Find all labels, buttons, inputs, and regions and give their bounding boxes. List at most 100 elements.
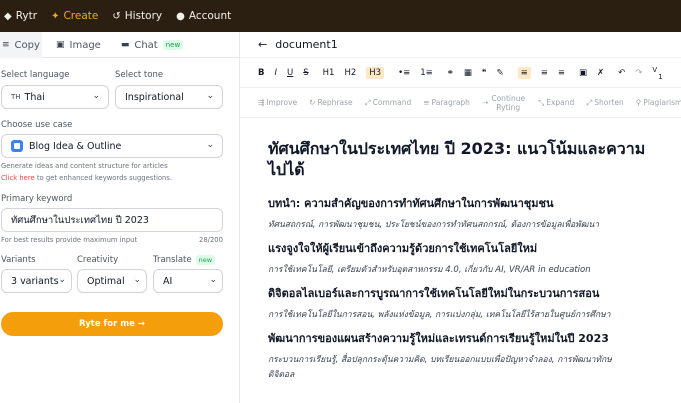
tab-image[interactable]: ▣ Image [50, 32, 107, 58]
shorten-button[interactable]: ⤢ Shorten [586, 98, 624, 108]
link-icon[interactable]: ⚭ [447, 68, 454, 78]
expand-label: Expand [546, 98, 575, 107]
command-icon: ⤢ [364, 97, 371, 107]
section-keywords: การใช้เทคโนโลยี, เตรียมตัวสำหรับอุตสาหกร… [268, 265, 591, 275]
command-button[interactable]: ⤢ Command [365, 98, 412, 108]
highlight-pen-icon[interactable]: ✎ [496, 68, 503, 78]
tone-select[interactable]: Inspirational ⌄ [115, 85, 223, 109]
chevron-down-icon: ⌄ [58, 275, 66, 285]
usecase-value: Blog Idea & Outline [29, 140, 122, 152]
ai-actions-bar: ⇶ Improve ↻ Rephrase ⤢ Command ≡ Paragra… [240, 88, 681, 118]
image-icon: ▣ [56, 40, 65, 50]
strikethrough-button[interactable]: S [303, 68, 308, 78]
clear-format-icon[interactable]: ✗ [597, 68, 604, 78]
numbered-list-icon[interactable]: 1≡ [420, 68, 433, 78]
chevron-down-icon: ⌄ [92, 91, 100, 101]
nav-item-history[interactable]: ↺ History [112, 0, 162, 32]
nav-item-create[interactable]: ✦ Create [51, 0, 98, 32]
back-arrow-icon[interactable]: ← [258, 38, 267, 51]
expand-icon: ⤡ [538, 97, 545, 107]
usecase-select[interactable]: Blog Idea & Outline ⌄ [1, 134, 223, 158]
embed-icon[interactable]: ▣ [579, 68, 587, 78]
document-heading-line2: ไปได้ [268, 160, 305, 179]
nav-label-rytr: Rytr [15, 10, 38, 22]
rephrase-label: Rephrase [317, 98, 353, 107]
chevron-down-icon: ⌄ [209, 275, 217, 285]
undo-icon[interactable]: ↶ [618, 68, 625, 78]
section-keywords: กระบวนการเรียนรู้, สื่อปลุกกระตุ้นความคิ… [268, 355, 612, 365]
version-number: 1 [658, 73, 663, 81]
rytr-logo-icon: ◆ [4, 10, 12, 22]
rephrase-button[interactable]: ↻ Rephrase [309, 98, 353, 107]
nav-item-account[interactable]: ● Account [176, 0, 231, 32]
italic-button[interactable]: I [274, 68, 277, 78]
nav-label-account: Account [188, 10, 232, 22]
plagiarism-button[interactable]: ⚲ Plagiarism [636, 98, 681, 107]
copy-icon: ≡ [2, 40, 10, 50]
document-heading-line1: ทัศนศึกษาในประเทศไทย ปี 2023: แนวโน้มและ… [268, 139, 646, 158]
ryte-for-me-button[interactable]: Ryte for me → [1, 312, 223, 336]
align-left-icon[interactable]: ≡ [517, 66, 531, 79]
creativity-value: Optimal [87, 275, 125, 287]
improve-button[interactable]: ⇶ Improve [258, 98, 297, 107]
plagiarism-label: Plagiarism [643, 98, 681, 107]
heading3-button[interactable]: H3 [366, 66, 385, 79]
language-select[interactable]: TH Thai ⌄ [1, 85, 109, 109]
underline-button[interactable]: U [287, 68, 293, 78]
nav-item-rytr[interactable]: ◆ Rytr [4, 0, 37, 32]
tab-image-label: Image [69, 39, 101, 51]
account-icon: ● [176, 10, 185, 22]
tab-chat[interactable]: ▬ Chat new [115, 32, 189, 58]
document-header: ← document1 [240, 32, 681, 58]
document-title[interactable]: document1 [275, 38, 338, 51]
language-value: Thai [24, 91, 45, 103]
chevron-down-icon: ⌄ [133, 275, 141, 285]
align-right-icon[interactable]: ≡ [558, 68, 565, 78]
version-letter: V [652, 66, 658, 74]
translate-select[interactable]: AI ⌄ [153, 269, 223, 293]
tab-copy-label: Copy [14, 39, 40, 51]
section-heading: บทนำ: ความสำคัญของการทำทัศนศึกษาในการพัฒ… [268, 197, 554, 210]
image-icon[interactable]: ▦ [464, 68, 472, 78]
top-navbar: ◆ Rytr ✦ Create ↺ History ● Account [0, 0, 681, 32]
translate-value: AI [163, 275, 173, 287]
plagiarism-icon: ⚲ [635, 98, 642, 107]
continue-ryting-button[interactable]: ⇢ Continue Ryting [482, 94, 526, 112]
document-body[interactable]: ทัศนศึกษาในประเทศไทย ปี 2023: แนวโน้มและ… [240, 118, 681, 381]
keyword-value: ทัศนศึกษาในประเทศไทย ปี 2023 [11, 214, 149, 226]
creativity-label: Creativity [77, 255, 119, 265]
improve-label: Improve [266, 98, 298, 107]
continue-label: Continue Ryting [491, 93, 526, 112]
section-heading: แรงจูงใจให้ผู้เรียนเข้าถึงความรู้ด้วยการ… [268, 242, 538, 255]
paragraph-button[interactable]: ≡ Paragraph [423, 98, 470, 107]
variants-select[interactable]: 3 variants ⌄ [1, 269, 72, 293]
bullet-list-icon[interactable]: •≡ [398, 68, 410, 78]
tab-chat-label: Chat [134, 39, 158, 51]
expand-button[interactable]: ⤡ Expand [538, 98, 574, 108]
align-center-icon[interactable]: ≡ [541, 68, 548, 78]
nav-label-create: Create [63, 10, 99, 22]
thai-flag-icon: TH [11, 93, 21, 101]
creativity-select[interactable]: Optimal ⌄ [77, 269, 147, 293]
keyword-label: Primary keyword [1, 194, 73, 204]
shorten-label: Shorten [594, 98, 624, 107]
section-keywords-continued: ดิจิตอล [268, 370, 295, 380]
history-icon: ↺ [112, 10, 121, 22]
bold-button[interactable]: B [258, 68, 264, 78]
quote-icon[interactable]: ❝ [482, 68, 487, 78]
enhanced-keywords-link[interactable]: Click here [1, 174, 35, 182]
section-heading: ดิจิตอลไลเบอร์และการบูรณาการใช้เทคโนโลยี… [268, 287, 600, 300]
translate-label: Translate new [153, 255, 216, 265]
keyword-input[interactable]: ทัศนศึกษาในประเทศไทย ปี 2023 [1, 208, 223, 232]
language-label: Select language [1, 70, 70, 80]
heading1-button[interactable]: H1 [323, 68, 335, 78]
chevron-down-icon: ⌄ [206, 91, 214, 101]
section-keywords: การใช้เทคโนโลยีในการสอน, พลังแห่งข้อมูล,… [268, 310, 611, 320]
mode-tabs: ≡ Copy ▣ Image ▬ Chat new [0, 32, 239, 58]
tab-copy[interactable]: ≡ Copy [0, 32, 42, 58]
improve-icon: ⇶ [258, 98, 265, 107]
redo-icon[interactable]: ↷ [635, 68, 642, 78]
paragraph-icon: ≡ [423, 98, 430, 107]
heading2-button[interactable]: H2 [344, 68, 356, 78]
version-indicator: V [652, 66, 657, 74]
